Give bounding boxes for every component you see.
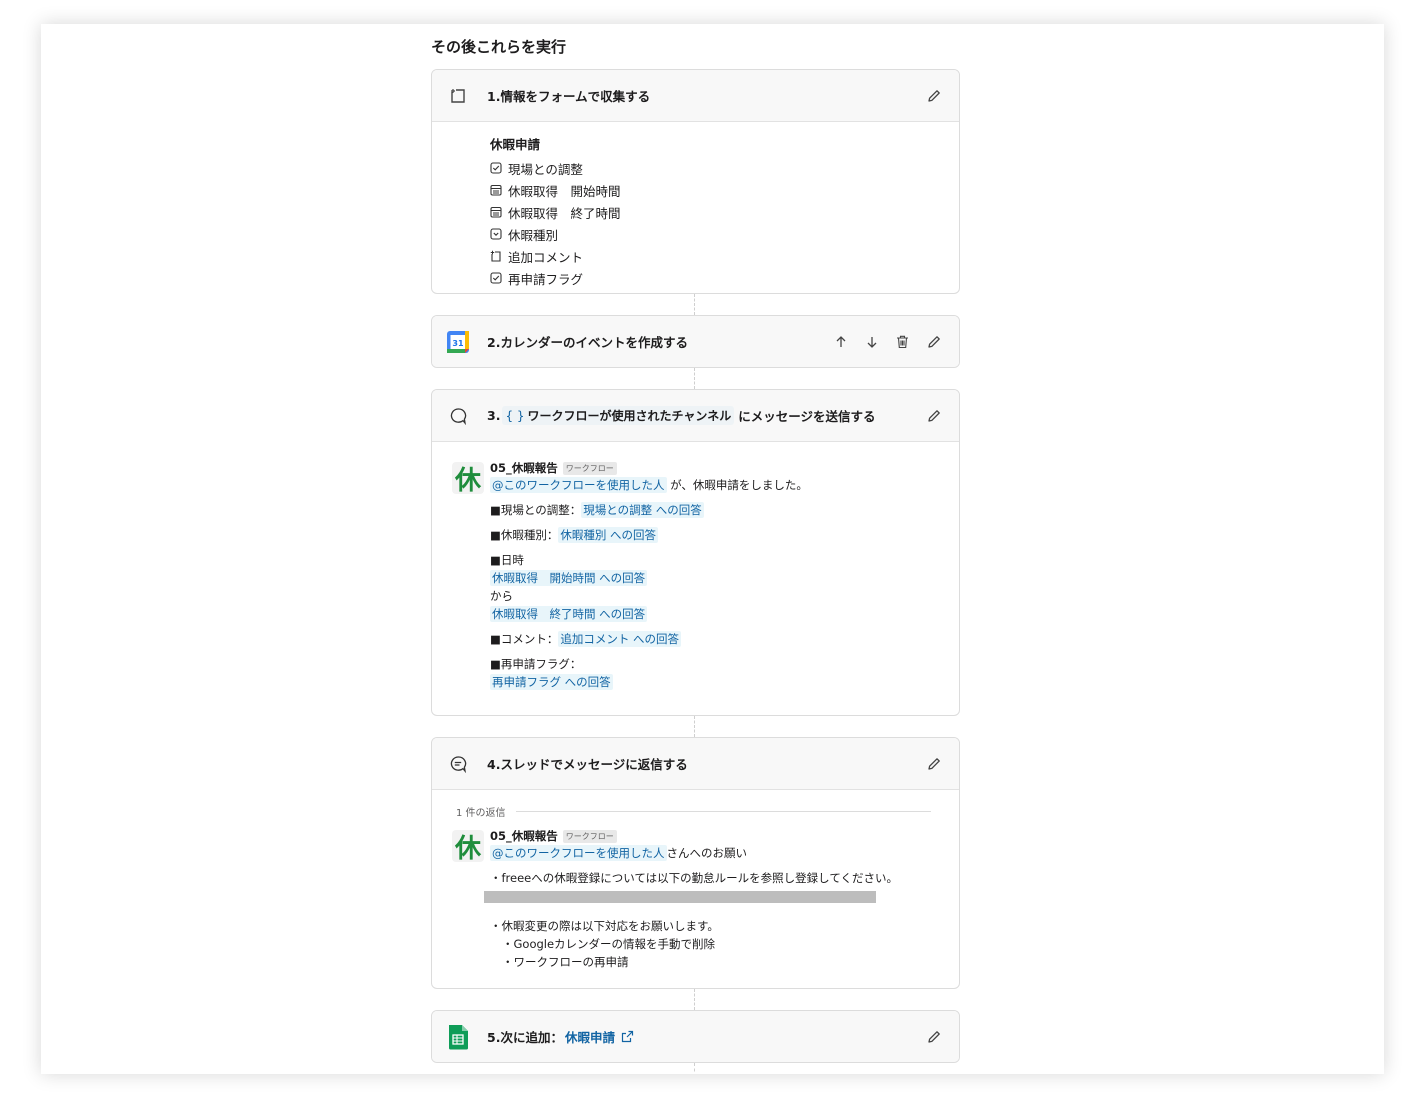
answer-chip: 休暇取得 終了時間 への回答: [490, 606, 648, 622]
workflow-badge: ワークフロー: [562, 829, 617, 843]
step-connector: [694, 989, 695, 1010]
step-card-2[interactable]: 31 2.カレンダーのイベントを作成する: [431, 315, 960, 368]
answer-chip: 再申請フラグ への回答: [490, 674, 613, 690]
message-line: ・freeeへの休暇登録については以下の勤怠ルールを参照し登録してください。: [490, 871, 898, 885]
mention-chip: @このワークフローを使用した人: [490, 845, 667, 861]
step-connector: [694, 716, 695, 737]
variable-braces-icon: { }: [505, 409, 525, 423]
dropdown-icon: [490, 228, 502, 240]
speech-bubble-icon: [446, 404, 470, 428]
arrow-down-icon[interactable]: [862, 332, 881, 351]
arrow-up-icon[interactable]: [831, 332, 850, 351]
section-title: その後これらを実行: [431, 38, 567, 56]
google-sheets-icon: [446, 1024, 470, 1049]
edit-pencil-icon[interactable]: [924, 406, 943, 425]
edit-pencil-icon[interactable]: [924, 332, 943, 351]
checkbox-icon: [490, 272, 502, 284]
form-field: 追加コメント: [490, 245, 959, 267]
step-4-header[interactable]: 4.スレッドでメッセージに返信する: [432, 738, 959, 790]
form-icon: [446, 84, 470, 108]
answer-chip: 追加コメント への回答: [558, 631, 682, 647]
step-connector: [694, 368, 695, 389]
calendar-icon: [490, 184, 502, 196]
form-field: 休暇種別: [490, 223, 959, 245]
avatar: 休: [452, 830, 484, 864]
step-3-header[interactable]: 3. { } ワークフローが使用されたチャンネル にメッセージを送信する: [432, 390, 959, 442]
sender-name: 05_休暇報告 ワークフロー: [490, 460, 959, 476]
calendar-icon: [490, 206, 502, 218]
google-calendar-icon: 31: [446, 330, 470, 354]
answer-chip: 休暇種別 への回答: [558, 527, 659, 543]
step-card-1[interactable]: 1.情報をフォームで収集する 休暇申請 現場との調整 休暇取得 開始時間 休暇取…: [431, 69, 960, 294]
thread-message-preview: 休 05_休暇報告 ワークフロー @このワークフローを使用した人 さんへのお願い …: [432, 819, 959, 971]
answer-chip: 休暇取得 開始時間 への回答: [490, 570, 648, 586]
message-line: ・休暇変更の際は以下対応をお願いします。: [490, 919, 719, 933]
form-preview: 休暇申請 現場との調整 休暇取得 開始時間 休暇取得 終了時間 休暇種別 追加コ…: [432, 122, 959, 289]
edit-pencil-icon[interactable]: [924, 754, 943, 773]
workflow-badge: ワークフロー: [562, 461, 617, 475]
sender-name: 05_休暇報告 ワークフロー: [490, 828, 959, 844]
message-line: ・Googleカレンダーの情報を手動で削除: [502, 937, 716, 951]
external-link-icon[interactable]: [621, 1030, 634, 1043]
edit-pencil-icon[interactable]: [924, 86, 943, 105]
step-3-title: 3. { } ワークフローが使用されたチャンネル にメッセージを送信する: [487, 406, 876, 425]
checkbox-icon: [490, 162, 502, 174]
step-1-title: 1.情報をフォームで収集する: [487, 89, 651, 104]
message-line: ・ワークフローの再申請: [502, 955, 629, 969]
step-4-title: 4.スレッドでメッセージに返信する: [487, 757, 688, 772]
variable-chip[interactable]: { } ワークフローが使用されたチャンネル: [502, 406, 735, 425]
edit-pencil-icon[interactable]: [924, 1027, 943, 1046]
reply-count: 1 件の返信: [432, 803, 959, 819]
step-card-5[interactable]: 5.次に追加： 休暇申請: [431, 1010, 960, 1063]
trash-icon[interactable]: [893, 332, 912, 351]
step-1-header[interactable]: 1.情報をフォームで収集する: [432, 70, 959, 122]
mention-chip: @このワークフローを使用した人: [490, 477, 667, 493]
thread-reply-icon: [446, 752, 470, 776]
workflow-canvas: その後これらを実行 1.情報をフォームで収集する 休暇申請 現場との調整 休暇取…: [41, 24, 1384, 1074]
spreadsheet-link[interactable]: 休暇申請: [565, 1027, 615, 1046]
step-card-3[interactable]: 3. { } ワークフローが使用されたチャンネル にメッセージを送信する 休 05…: [431, 389, 960, 716]
answer-chip: 現場との調整 への回答: [581, 502, 704, 518]
form-field: 再申請フラグ: [490, 267, 959, 289]
text-icon: [490, 250, 502, 262]
step-2-header[interactable]: 31 2.カレンダーのイベントを作成する: [432, 316, 959, 367]
step-card-4[interactable]: 4.スレッドでメッセージに返信する 1 件の返信 休 05_休暇報告 ワークフロ…: [431, 737, 960, 989]
step-2-title: 2.カレンダーのイベントを作成する: [487, 335, 688, 350]
form-title: 休暇申請: [490, 137, 541, 152]
redacted-bar: [484, 891, 876, 903]
avatar: 休: [452, 462, 484, 496]
step-connector: [694, 294, 695, 315]
step-5-header[interactable]: 5.次に追加： 休暇申請: [432, 1011, 959, 1062]
form-field: 休暇取得 開始時間: [490, 179, 959, 201]
calendar-day-text: 31: [452, 339, 464, 348]
form-field: 現場との調整: [490, 157, 959, 179]
form-field: 休暇取得 終了時間: [490, 201, 959, 223]
step-5-title: 5.次に追加： 休暇申請: [487, 1027, 924, 1046]
step-connector: [694, 1063, 695, 1074]
message-preview: 休 05_休暇報告 ワークフロー @このワークフローを使用した人 が、休暇申請を…: [432, 442, 959, 691]
